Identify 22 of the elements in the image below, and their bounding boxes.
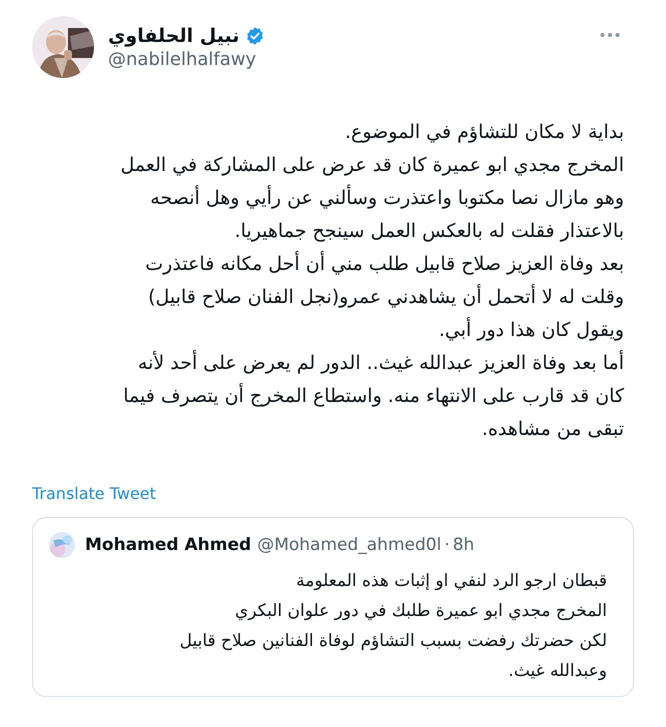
tweet-text-line: بداية لا مكان للتشاؤم في الموضوع.	[344, 120, 624, 145]
separator-dot: ·	[444, 535, 450, 555]
quoted-text-line: قبطان ارجو الرد لنفي او إثبات هذه المعلومة	[296, 570, 607, 593]
tweet-text-line: بالاعتذار فقلت له بالعكس العمل سينجح جماهيريا.	[234, 219, 624, 244]
tweet-text-line: ويقول كان هذا دور أبي.	[438, 316, 624, 343]
tweet-text-line: كان قد قارب على الانتهاء منه. واستطاع المخرج أن يتصرف فيما	[123, 382, 624, 409]
tweet-text-line: وقلت له لا أتحمل أن يشاهدني عمرو(نجل الفنان صلاح قابيل)	[148, 283, 624, 310]
tweet-text-line: أما بعد وفاة العزيز عبدالله غيث.. الدور لم يعرض على أحد لأنه	[138, 349, 624, 376]
tweet-text-line: وهو مازال نصا مكتوبا واعتذرت وسألني عن رأيي وهل أنصحه	[150, 182, 624, 215]
author-name[interactable]: نبيل الحلفاوي	[108, 24, 240, 46]
quoted-author-handle: @Mohamed_ahmed0l	[257, 535, 442, 555]
quoted-text-line: وعبدالله غيث.	[508, 660, 607, 683]
timestamp: 8h	[452, 535, 474, 555]
quoted-text-line: المخرج مجدي ابو عميرة طلبك في دور علوان البكري	[235, 600, 607, 623]
tweet-text-line: المخرج مجدي ابو عميرة كان قد عرض على المشاركة في العمل	[120, 153, 624, 178]
tweet-text-line: تبقى من مشاهده.	[482, 417, 624, 442]
more-icon[interactable]	[600, 32, 620, 38]
quoted-author-name: Mohamed Ahmed	[85, 535, 252, 555]
author-handle[interactable]: @nabilelhalfawy	[108, 48, 266, 70]
quoted-text-line: لكن حضرتك رفضت بسبب التشاؤم لوفاة الفنانين صلاح قابيل	[180, 630, 607, 653]
tweet-text-line: بعد وفاة العزيز صلاح قابيل طلب مني أن أحل مكانه فاعتذرت	[145, 250, 624, 277]
translate-link[interactable]: Translate Tweet	[32, 484, 156, 503]
